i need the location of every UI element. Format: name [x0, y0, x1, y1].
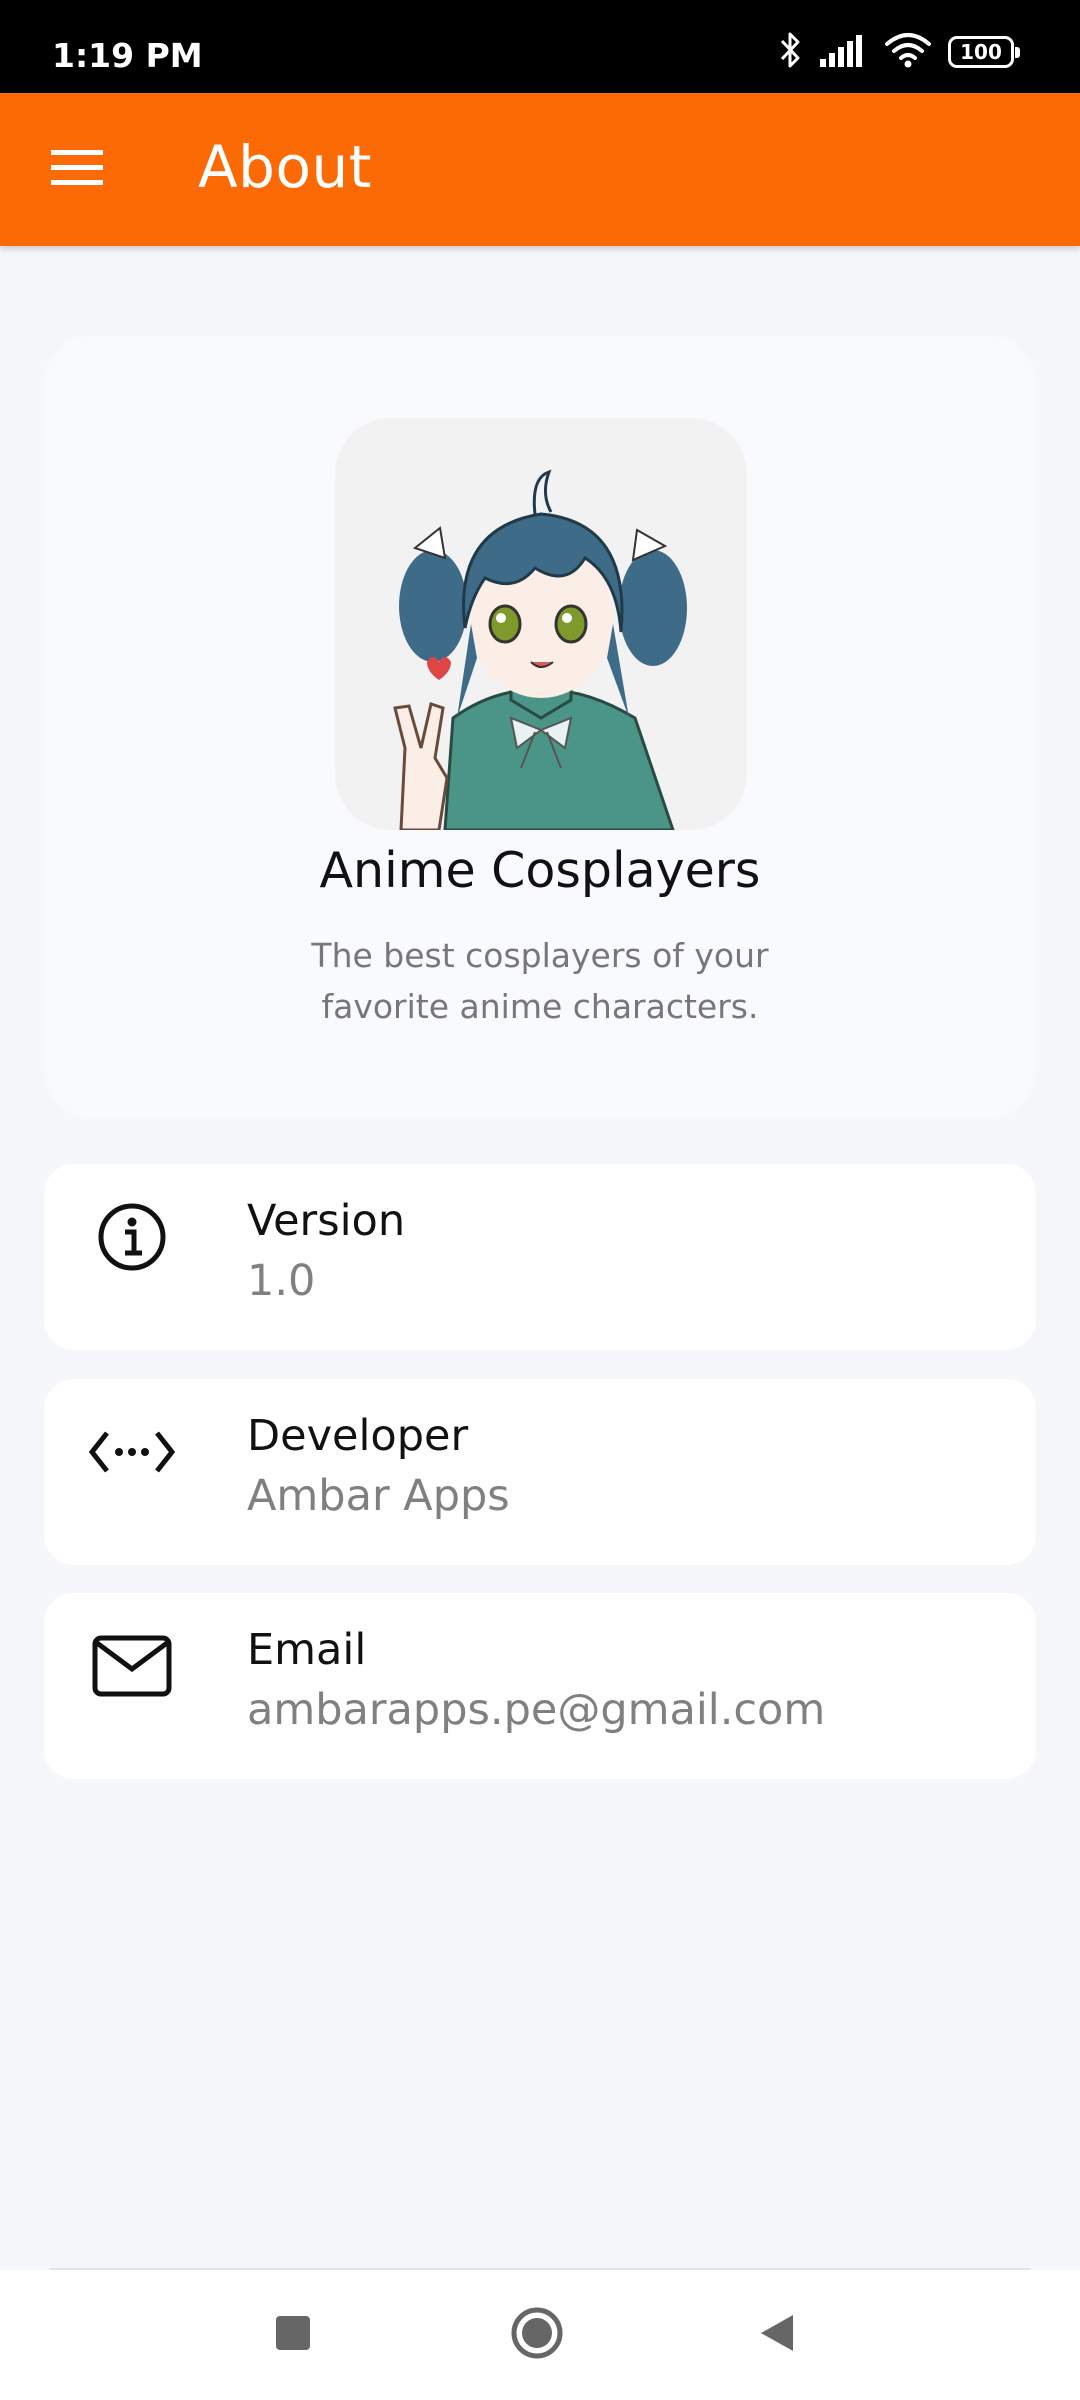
info-icon: [72, 1197, 192, 1277]
app-name: Anime Cosplayers: [319, 842, 761, 899]
developer-item[interactable]: Developer Ambar Apps: [44, 1379, 1036, 1565]
recents-icon: [275, 2315, 311, 2355]
back-button[interactable]: [742, 2300, 812, 2370]
status-icons: 100: [778, 30, 1020, 74]
developer-label: Developer: [247, 1411, 469, 1461]
recents-button[interactable]: [258, 2300, 328, 2370]
status-time: 1:19 PM: [52, 36, 203, 75]
home-button[interactable]: [502, 2300, 572, 2370]
home-icon: [510, 2306, 564, 2364]
mail-icon: [72, 1626, 192, 1706]
app-info-card: Anime Cosplayers The best cosplayers of …: [44, 336, 1036, 1118]
bluetooth-icon: [778, 30, 802, 74]
code-icon: [72, 1412, 192, 1492]
battery-level: 100: [960, 40, 1002, 64]
developer-value: Ambar Apps: [247, 1471, 510, 1521]
app-description: The best cosplayers of your favorite ani…: [311, 936, 769, 1026]
app-bar: About: [0, 93, 1080, 246]
email-item[interactable]: Email ambarapps.pe@gmail.com: [44, 1593, 1036, 1779]
anime-girl-app-icon: [335, 418, 747, 830]
email-value: ambarapps.pe@gmail.com: [247, 1685, 826, 1735]
system-nav-bar: [0, 2270, 1080, 2400]
status-bar: 1:19 PM 100: [0, 0, 1080, 93]
version-label: Version: [247, 1196, 406, 1246]
version-item[interactable]: Version 1.0: [44, 1164, 1036, 1350]
battery-icon: 100: [948, 36, 1020, 68]
wifi-icon: [884, 31, 932, 73]
version-value: 1.0: [247, 1256, 316, 1306]
back-icon: [758, 2313, 796, 2357]
page-title: About: [198, 133, 372, 201]
signal-icon: [818, 33, 868, 71]
menu-button[interactable]: [38, 131, 116, 209]
menu-icon: [51, 148, 103, 192]
email-label: Email: [247, 1625, 367, 1675]
